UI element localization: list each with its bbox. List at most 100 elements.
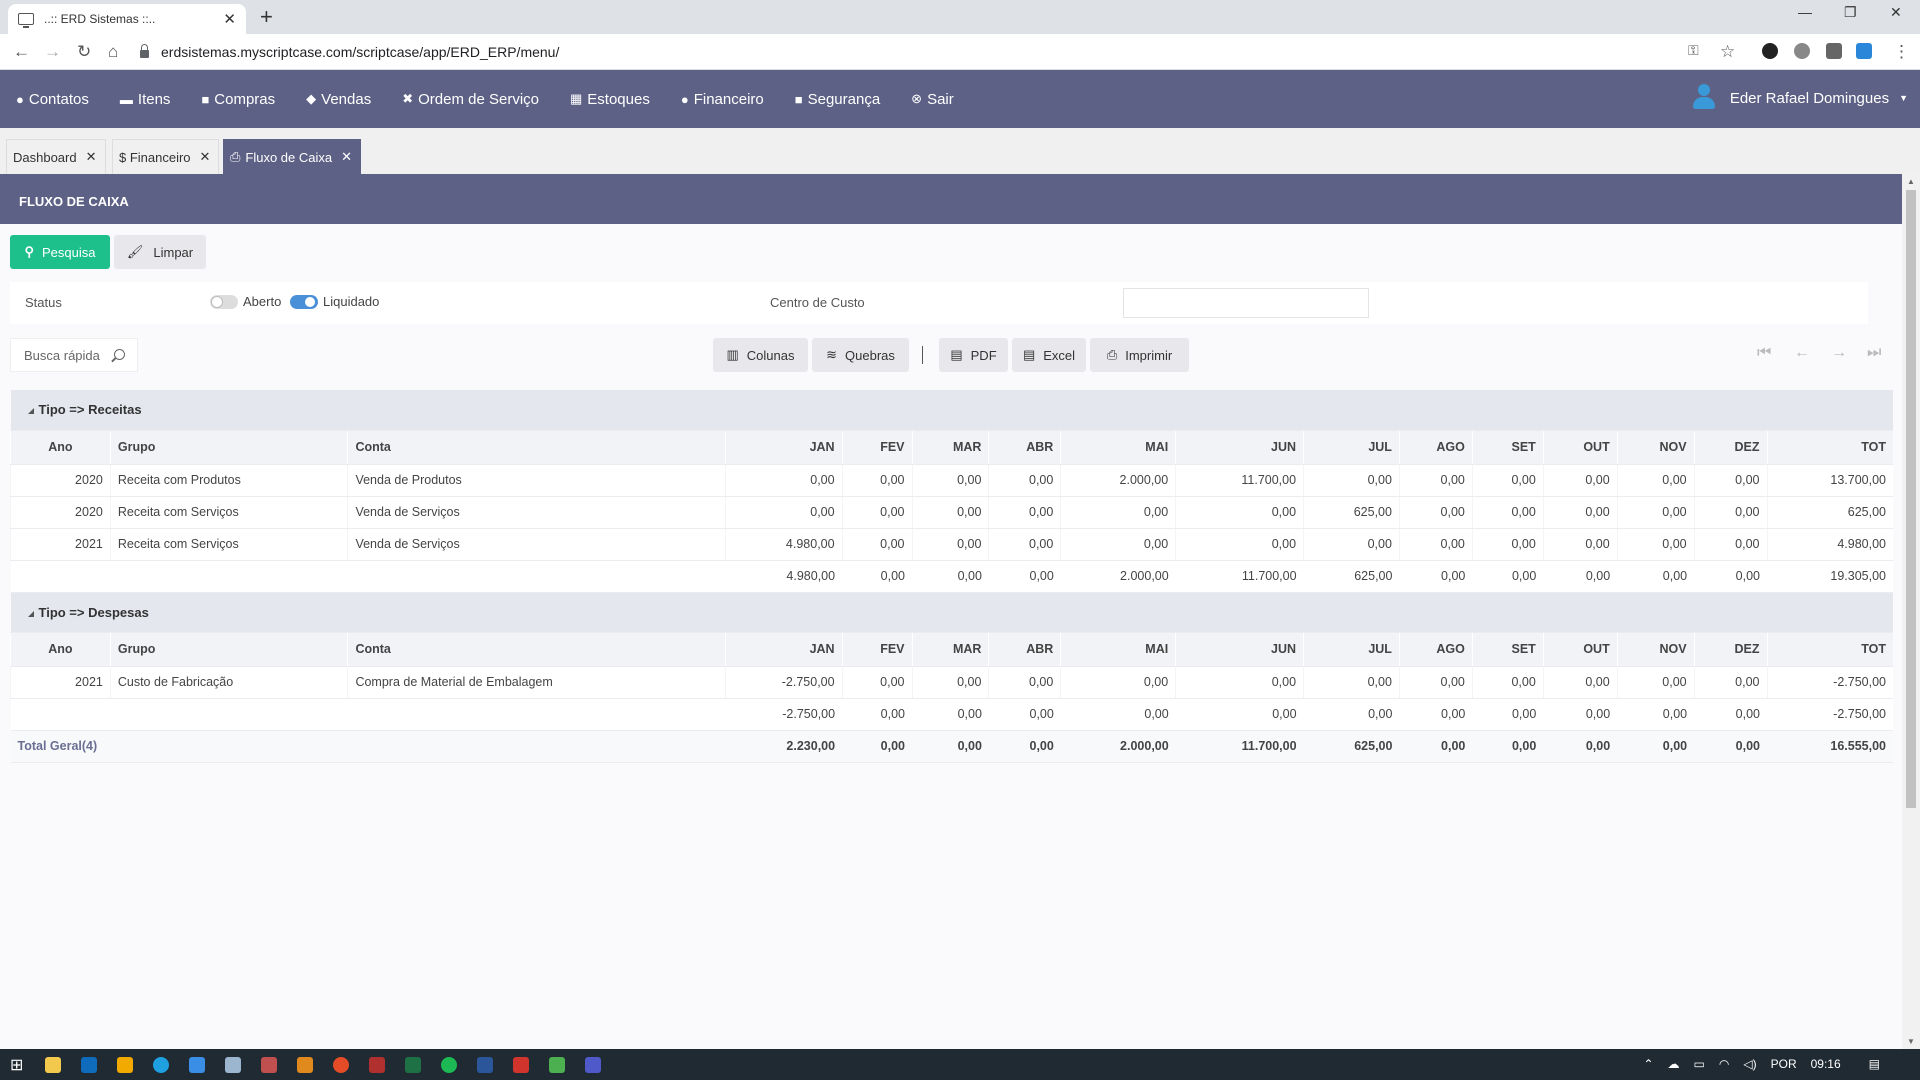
windows-start-icon[interactable]: ⊞: [10, 1055, 23, 1075]
grand-total-cell: 0,00: [1617, 730, 1695, 763]
app-icon[interactable]: [261, 1056, 278, 1073]
browser-tab[interactable]: ..:: ERD Sistemas ::.. ✕: [8, 4, 246, 34]
table-cell: 0,00: [1693, 496, 1768, 529]
bookmark-star-icon[interactable]: ☆: [1720, 42, 1735, 62]
grand-total-cell: 0,00: [1694, 730, 1768, 763]
wifi-icon[interactable]: ◠: [1719, 1057, 1729, 1071]
clear-button[interactable]: 🖌 Limpar: [114, 235, 206, 269]
columns-button[interactable]: ▥ Colunas: [713, 338, 808, 372]
table-cell: 0,00: [841, 528, 913, 561]
notepad-icon[interactable]: [225, 1056, 242, 1073]
nav-sair[interactable]: ⊗ Sair: [911, 91, 954, 108]
app-icon[interactable]: [297, 1056, 314, 1073]
last-page-icon[interactable]: ⏭: [1867, 344, 1881, 362]
app-icon[interactable]: [513, 1056, 530, 1073]
column-header: ABR: [988, 430, 1061, 465]
table-cell: 4.980,00: [724, 528, 843, 561]
scroll-down-icon[interactable]: ▼: [1907, 1037, 1915, 1046]
page-title: FLUXO DE CAIXA: [0, 174, 1902, 224]
table-row[interactable]: 2020 Receita com Produtos Venda de Produto…: [10, 464, 1893, 497]
close-icon[interactable]: ✕: [86, 149, 97, 165]
nav-ordem-servico[interactable]: ✖ Ordem de Serviço: [402, 91, 539, 108]
user-menu[interactable]: Eder Rafael Domingues ▼: [1690, 82, 1908, 114]
nav-financeiro[interactable]: ● Financeiro: [681, 91, 764, 108]
extensions-puzzle-icon[interactable]: [1826, 43, 1842, 59]
printer-icon: ⎙: [1106, 347, 1118, 362]
group-header-row[interactable]: Tipo => Despesas: [10, 592, 1893, 633]
nav-vendas[interactable]: ◆ Vendas: [306, 91, 371, 108]
battery-icon[interactable]: ▭: [1694, 1057, 1705, 1071]
quick-search-input[interactable]: Busca rápida: [10, 338, 138, 372]
nav-itens[interactable]: ▬ Itens: [120, 91, 171, 108]
home-button[interactable]: ⌂: [108, 42, 118, 62]
system-tray: ⌃ ☁ ▭ ◠ ◁) POR 09:16 ▤: [1643, 1057, 1880, 1071]
previous-page-icon[interactable]: ←: [1794, 344, 1810, 362]
toggle-aberto[interactable]: [210, 295, 238, 309]
language-indicator[interactable]: POR: [1771, 1057, 1797, 1071]
mail-icon[interactable]: [189, 1056, 206, 1073]
column-header: SET: [1471, 430, 1544, 465]
nav-estoques[interactable]: ▦ Estoques: [570, 91, 650, 108]
word-icon[interactable]: [477, 1056, 494, 1073]
clock[interactable]: 09:16: [1811, 1057, 1841, 1071]
print-button[interactable]: ⎙ Imprimir: [1090, 338, 1189, 372]
new-tab-button[interactable]: +: [260, 4, 273, 30]
close-tab-icon[interactable]: ✕: [223, 10, 236, 28]
back-button[interactable]: ←: [13, 42, 30, 62]
first-page-icon[interactable]: ⏮: [1757, 344, 1771, 362]
group-header-row[interactable]: Tipo => Receitas: [10, 390, 1893, 431]
table-row[interactable]: 2020 Receita com Serviços Venda de Serviço…: [10, 496, 1893, 529]
toggle-liquidado[interactable]: [290, 295, 318, 309]
breaks-button[interactable]: ≋ Quebras: [812, 338, 909, 372]
excel-icon[interactable]: [405, 1056, 422, 1073]
spotify-icon[interactable]: [441, 1056, 458, 1073]
cost-center-input[interactable]: [1123, 288, 1369, 318]
subtotal-cell: -2.750,00: [725, 698, 843, 731]
notification-icon[interactable]: ▤: [1869, 1057, 1880, 1071]
tab-fluxo-de-caixa[interactable]: ⎙ Fluxo de Caixa ✕: [223, 139, 362, 174]
close-icon[interactable]: ✕: [341, 149, 352, 165]
scroll-up-icon[interactable]: ▲: [1907, 177, 1915, 186]
volume-icon[interactable]: ◁): [1743, 1057, 1756, 1071]
nav-seguranca[interactable]: ■ Segurança: [795, 91, 880, 108]
subtotal-cell: 2.000,00: [1060, 560, 1176, 593]
collapse-triangle-icon[interactable]: [27, 610, 34, 617]
close-window-button[interactable]: ✕: [1890, 4, 1902, 21]
file-explorer-icon[interactable]: [45, 1056, 62, 1073]
reload-button[interactable]: ↻: [77, 42, 91, 62]
columns-icon: ▥: [726, 347, 739, 362]
minimize-button[interactable]: —: [1798, 4, 1812, 20]
outlook-icon[interactable]: [81, 1056, 98, 1073]
column-header: JUN: [1175, 430, 1304, 465]
scrollbar-thumb[interactable]: [1906, 190, 1916, 808]
tab-dashboard[interactable]: Dashboard ✕: [6, 139, 106, 174]
url-field[interactable]: erdsistemas.myscriptcase.com/scriptcase/…: [140, 38, 1740, 66]
extension-es-icon[interactable]: [1762, 43, 1778, 59]
key-icon[interactable]: ⚿: [1688, 42, 1699, 59]
scrollbar[interactable]: ▲ ▼: [1902, 174, 1920, 1049]
excel-button[interactable]: ▤ Excel: [1012, 338, 1086, 372]
collapse-triangle-icon[interactable]: [27, 408, 34, 415]
restore-button[interactable]: ❐: [1844, 4, 1857, 21]
app-icon[interactable]: [369, 1056, 386, 1073]
search-button[interactable]: ⚲ Pesquisa: [10, 235, 110, 269]
cloud-icon[interactable]: ☁: [1668, 1057, 1680, 1071]
extension-recycle-icon[interactable]: [1794, 43, 1810, 59]
menu-kebab-icon[interactable]: ⋮: [1893, 42, 1910, 62]
table-row[interactable]: 2021 Custo de Fabricação Compra de Materia…: [10, 666, 1893, 699]
teams-icon[interactable]: [585, 1056, 602, 1073]
extension-diamond-icon[interactable]: [1856, 43, 1872, 59]
tab-financeiro[interactable]: $ Financeiro ✕: [112, 139, 220, 174]
nav-contatos[interactable]: ● Contatos: [16, 91, 89, 108]
app-icon[interactable]: [549, 1056, 566, 1073]
table-row[interactable]: 2021 Receita com Serviços Venda de Serviço…: [10, 528, 1893, 561]
chrome-icon[interactable]: [333, 1056, 350, 1073]
pdf-button[interactable]: ▤ PDF: [939, 338, 1008, 372]
nav-compras[interactable]: ■ Compras: [201, 91, 275, 108]
forward-button[interactable]: →: [44, 42, 61, 62]
close-icon[interactable]: ✕: [200, 149, 211, 165]
edge-icon[interactable]: [153, 1056, 170, 1073]
folder-icon[interactable]: [117, 1056, 134, 1073]
next-page-icon[interactable]: →: [1831, 344, 1847, 362]
chevron-up-icon[interactable]: ⌃: [1643, 1057, 1653, 1071]
